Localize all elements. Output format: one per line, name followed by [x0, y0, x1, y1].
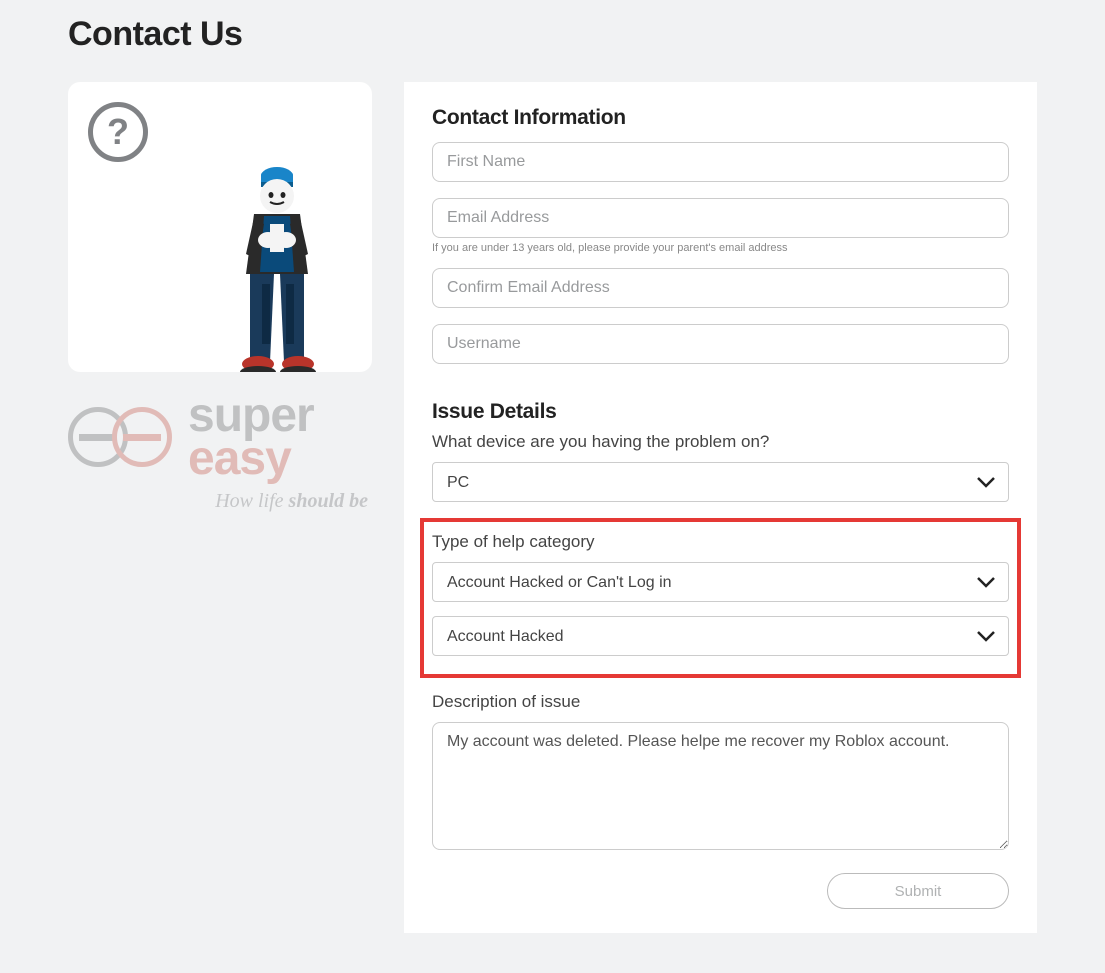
username-field[interactable]: [432, 324, 1009, 364]
avatar-image: [220, 144, 334, 372]
description-textarea[interactable]: [432, 722, 1009, 850]
help-category-label: Type of help category: [432, 532, 1009, 552]
device-label: What device are you having the problem o…: [432, 432, 1009, 452]
description-label: Description of issue: [432, 692, 1009, 712]
page-title: Contact Us: [0, 0, 1105, 82]
watermark-text-line2: easy: [188, 437, 314, 480]
contact-form: Contact Information If you are under 13 …: [404, 82, 1037, 933]
watermark: super easy How life should be: [68, 394, 372, 513]
help-subcategory-select[interactable]: Account Hacked: [432, 616, 1009, 656]
email-field[interactable]: [432, 198, 1009, 238]
help-category-highlight: Type of help category Account Hacked or …: [420, 518, 1021, 678]
help-category-select[interactable]: Account Hacked or Can't Log in: [432, 562, 1009, 602]
avatar-card: ?: [68, 82, 372, 372]
watermark-logo-icon: [68, 407, 178, 467]
confirm-email-field[interactable]: [432, 268, 1009, 308]
question-icon: ?: [88, 102, 148, 162]
first-name-field[interactable]: [432, 142, 1009, 182]
watermark-text-line1: super: [188, 394, 314, 437]
issue-section-title: Issue Details: [432, 400, 1009, 424]
watermark-tagline: How life should be: [68, 490, 372, 513]
submit-button[interactable]: Submit: [827, 873, 1009, 909]
contact-section-title: Contact Information: [432, 106, 1009, 130]
email-hint: If you are under 13 years old, please pr…: [432, 242, 1009, 254]
device-select[interactable]: PC: [432, 462, 1009, 502]
